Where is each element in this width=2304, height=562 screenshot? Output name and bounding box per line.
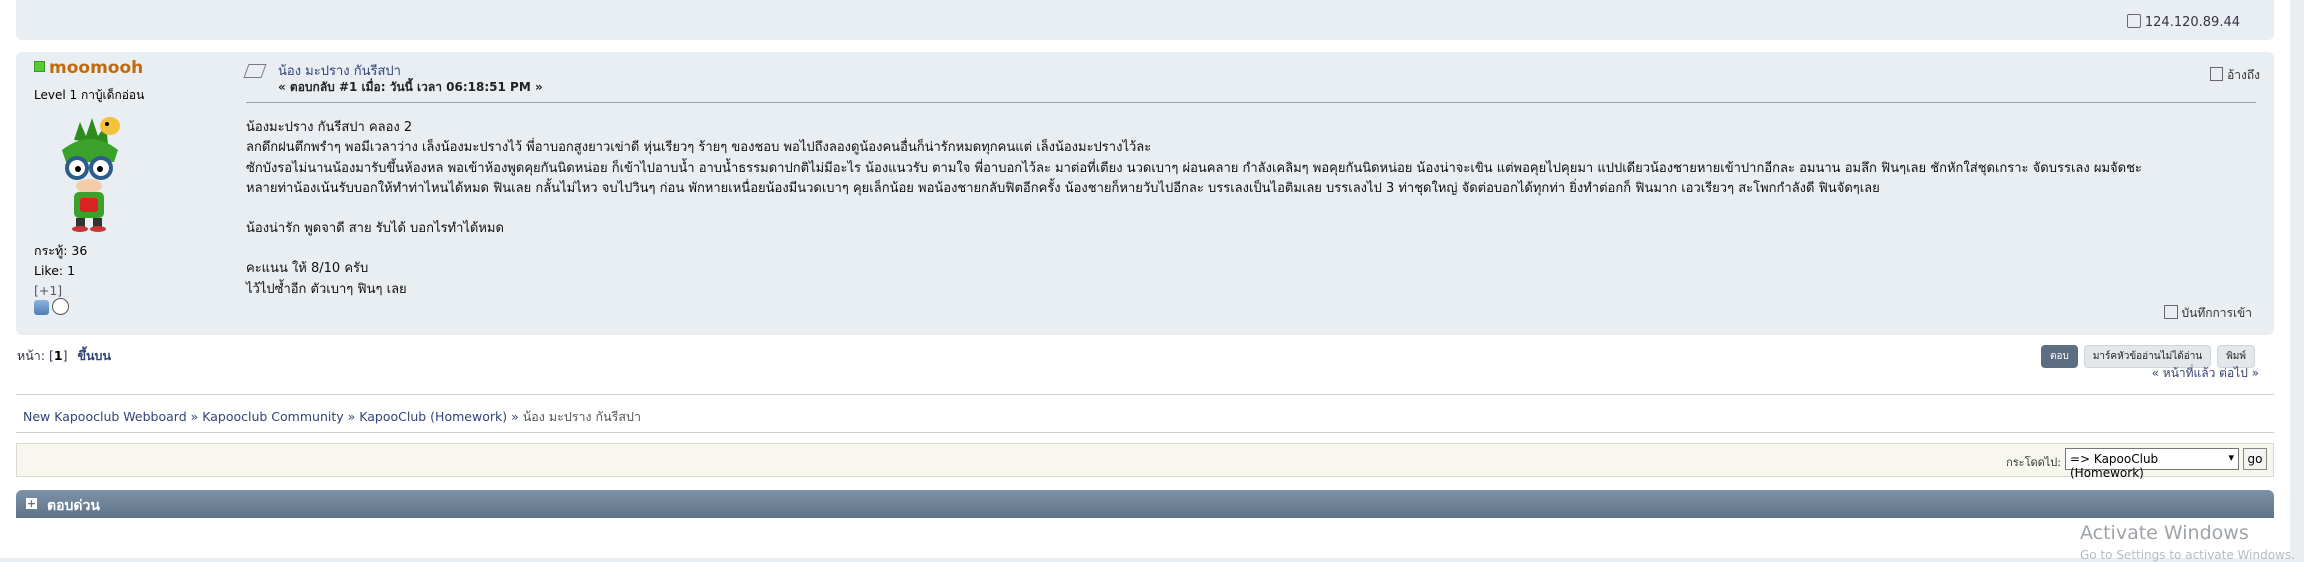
profile-icon[interactable] [34, 300, 49, 315]
post-line [246, 239, 2256, 259]
post-body: น้องมะปราง กันรีสปา คลอง 2 ลกดึกฝนตึกพรำ… [246, 118, 2256, 300]
jump-to-bar: กระโดดไป: => KapooClub (Homework) ▾ go [16, 443, 2274, 480]
breadcrumb-board[interactable]: KapooClub (Homework) [359, 409, 507, 424]
avatar-pupil-left [75, 166, 81, 172]
breadcrumb-separator: » [190, 409, 199, 424]
pagination: หน้า: [1] ขึ้นบน [17, 346, 111, 366]
quote-button[interactable]: อ้างถึง [2210, 66, 2260, 85]
ip-text: 124.120.89.44 [2144, 15, 2240, 30]
post-count: กระทู้: 36 [34, 243, 88, 258]
quote-icon [2210, 67, 2224, 81]
forum-page: 124.120.89.44 moomooh Level 1 กาบู้เด็กอ… [0, 0, 2290, 558]
post-container: moomooh Level 1 กาบู้เด็กอ่อน กระทู้: 36… [16, 52, 2274, 335]
prev-next-links[interactable]: « หน้าที่แล้ว ต่อไป » [2152, 364, 2259, 383]
quick-reply-title: ตอบด่วน [47, 498, 100, 514]
member-level: Level 1 กาบู้เด็กอ่อน [34, 88, 145, 102]
quick-reply-header[interactable]: + ตอบด่วน [16, 490, 2274, 518]
post-line: หลายท่าน้องเน้นรับบอกให้ทำท่าไหนได้หมด ฟ… [246, 180, 1880, 196]
avatar-pet [100, 117, 120, 135]
avatar-pupil-right [97, 166, 103, 172]
divider [16, 432, 2274, 433]
post-line: คะแนน ให้ 8/10 ครับ [246, 261, 369, 277]
activate-windows-hint: Go to Settings to activate Windows. [2080, 548, 2295, 562]
poster-icons [34, 298, 72, 319]
post-line: ซักบังรอไม่นานน้องมารับขึ้นห้องหล พอเข้า… [246, 160, 2142, 176]
pagination-label: หน้า: [ [17, 348, 54, 363]
post-line [246, 199, 2256, 219]
post-meta: « ตอบกลับ #1 เมื่อ: วันนี้ เวลา 06:18:51… [278, 78, 543, 97]
ip-icon [2126, 14, 2141, 28]
pm-icon[interactable] [52, 298, 69, 315]
post-meta-text: « ตอบกลับ #1 เมื่อ: วันนี้ เวลา 06:18:51… [278, 80, 543, 94]
post-divider [246, 102, 2256, 103]
post-line: ลกดึกฝนตึกพรำๆ พอมีเวลาว่าง เล็งน้องมะปร… [246, 140, 1152, 156]
topic-icon [243, 64, 267, 78]
ip-address[interactable]: 124.120.89.44 [2126, 14, 2240, 30]
jump-to-select[interactable]: => KapooClub (Homework) ▾ [2065, 448, 2239, 480]
chevron-down-icon: ▾ [2228, 451, 2234, 464]
avatar-shoe-left [72, 226, 88, 232]
jump-to-label: กระโดดไป: [2006, 456, 2061, 469]
current-page: 1 [53, 348, 63, 363]
online-status-icon [34, 61, 45, 72]
post-line: น้องน่ารัก พูดจาดี สาย รับได้ บอกไรทำได้… [246, 221, 504, 237]
report-label: บันทึกการเข้า [2181, 306, 2253, 320]
quote-label: อ้างถึง [2227, 68, 2260, 82]
post-line: ไว้ไปซ้ำอีก ตัวเบาๆ ฟินๆ เลย [246, 281, 407, 297]
activate-windows-watermark: Activate Windows [2080, 522, 2249, 544]
avatar-bag [80, 198, 98, 212]
like-count: Like: 1 [34, 263, 76, 278]
username-link[interactable]: moomooh [49, 58, 143, 78]
go-button[interactable]: go [2243, 448, 2267, 470]
avatar-shoe-right [90, 226, 106, 232]
pagination-close: ] [62, 348, 68, 363]
post-line: น้องมะปราง กันรีสปา คลอง 2 [246, 120, 413, 135]
avatar-face [76, 179, 102, 193]
reply-button[interactable]: ตอบ [2040, 345, 2078, 368]
report-icon [2163, 305, 2178, 319]
breadcrumb-community[interactable]: Kapooclub Community [202, 409, 343, 424]
breadcrumb-topic[interactable]: น้อง มะปราง กันรีสปา [523, 409, 641, 424]
avatar-pet-eye [105, 122, 109, 126]
previous-post-footer: 124.120.89.44 [16, 0, 2274, 40]
breadcrumb-separator: » [511, 409, 519, 424]
breadcrumb-separator: » [347, 409, 356, 424]
divider [16, 394, 2274, 395]
report-button[interactable]: บันทึกการเข้า [2163, 304, 2253, 323]
expand-icon[interactable]: + [26, 498, 37, 509]
avatar[interactable] [34, 112, 144, 232]
go-up-link[interactable]: ขึ้นบน [77, 348, 111, 363]
poster-info: moomooh Level 1 กาบู้เด็กอ่อน กระทู้: 36… [34, 58, 234, 315]
jump-to-selected-value: => KapooClub (Homework) [2070, 452, 2159, 480]
breadcrumb: New Kapooclub Webboard » Kapooclub Commu… [23, 407, 641, 427]
poster-stats: กระทู้: 36 Like: 1 [+1] [34, 241, 87, 301]
breadcrumb-home[interactable]: New Kapooclub Webboard [23, 409, 187, 424]
